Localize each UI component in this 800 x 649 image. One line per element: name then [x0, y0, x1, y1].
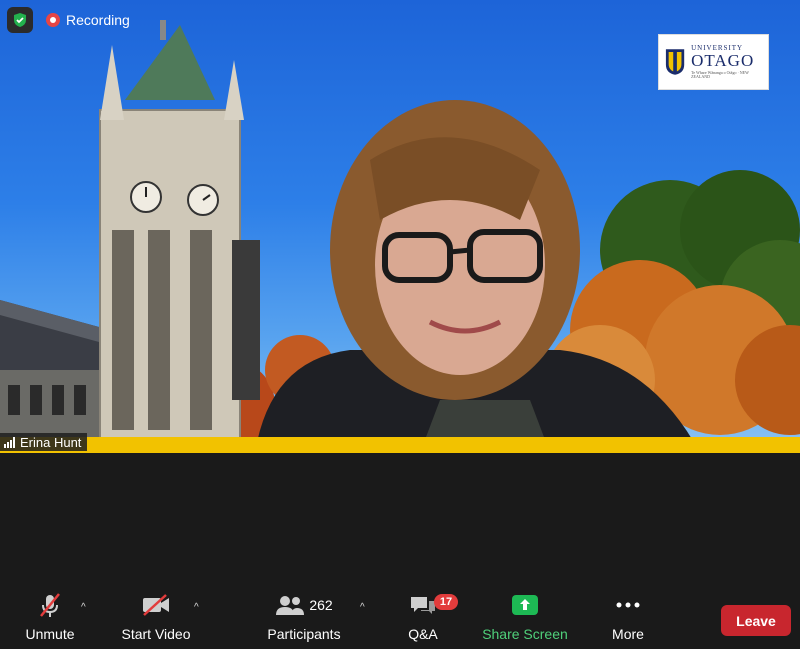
chevron-up-icon[interactable]: ^ — [81, 602, 86, 613]
participant-name-tag: Erina Hunt — [0, 433, 88, 451]
university-logo: UNIVERSITY OTAGO Te Whare Wānanga o Otāg… — [658, 34, 769, 90]
recording-indicator[interactable]: Recording — [46, 9, 130, 31]
microphone-muted-icon — [37, 590, 63, 620]
start-video-button[interactable]: Start Video — [118, 590, 194, 649]
participants-count: 262 — [309, 597, 333, 613]
participants-label: Participants — [267, 626, 341, 642]
video-off-icon — [140, 590, 172, 620]
share-screen-icon — [511, 590, 539, 620]
share-screen-button[interactable]: Share Screen — [482, 590, 568, 649]
crest-icon — [665, 49, 685, 75]
meeting-toolbar: Unmute ^ Start Video ^ 262 Participants … — [0, 590, 800, 649]
logo-subtitle: Te Whare Wānanga o Otāgo · NEW ZEALAND — [691, 70, 749, 79]
logo-otago-text: OTAGO — [691, 51, 755, 70]
audio-level-icon — [4, 436, 15, 448]
unmute-label: Unmute — [25, 626, 75, 642]
qa-chat-icon — [409, 590, 437, 620]
chevron-up-icon[interactable]: ^ — [360, 602, 365, 613]
record-icon — [46, 13, 60, 27]
recording-label: Recording — [66, 12, 130, 28]
participant-name: Erina Hunt — [20, 434, 82, 450]
qa-label: Q&A — [408, 626, 438, 642]
chevron-up-icon[interactable]: ^ — [194, 602, 199, 613]
more-dots-icon — [615, 590, 641, 620]
unmute-button[interactable]: Unmute — [20, 590, 80, 649]
more-button[interactable]: More — [606, 590, 650, 649]
leave-button[interactable]: Leave — [721, 605, 791, 636]
more-label: More — [612, 626, 644, 642]
security-shield-icon[interactable] — [7, 7, 33, 33]
name-highlight-bar — [0, 437, 800, 453]
qa-badge: 17 — [434, 594, 458, 610]
participants-icon — [276, 596, 305, 615]
start-video-label: Start Video — [121, 626, 191, 642]
participants-button[interactable]: 262 Participants — [265, 590, 343, 649]
share-screen-label: Share Screen — [482, 626, 568, 642]
